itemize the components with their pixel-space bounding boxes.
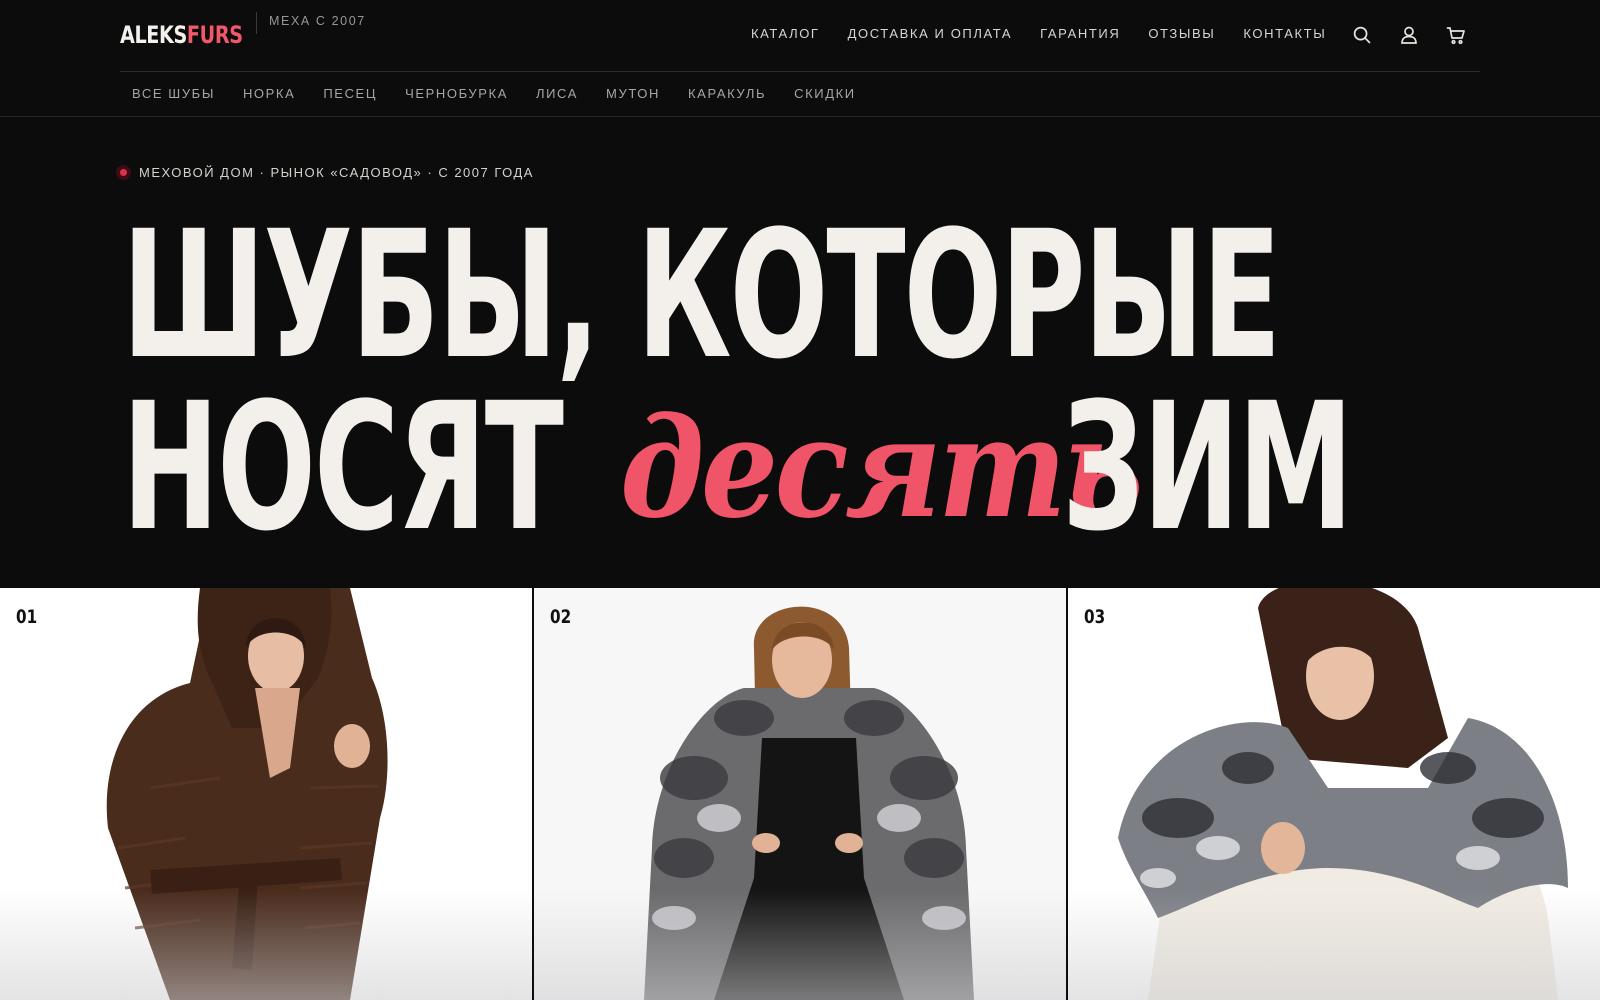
- red-dot-icon: [116, 165, 131, 180]
- category-mink[interactable]: НОРКА: [243, 86, 295, 101]
- product-cards: 01 02 03: [0, 588, 1600, 1000]
- card-fade: [534, 890, 1066, 1000]
- headline-line-1: ШУБЫ, КОТОРЫЕ: [122, 193, 1522, 398]
- nav-contacts[interactable]: КОНТАКТЫ: [1243, 26, 1326, 41]
- category-mouton[interactable]: МУТОН: [606, 86, 660, 101]
- nav-delivery-payment[interactable]: ДОСТАВКА И ОПЛАТА: [848, 26, 1013, 41]
- category-nav: ВСЕ ШУБЫ НОРКА ПЕСЕЦ ЧЕРНОБУРКА ЛИСА МУТ…: [0, 72, 1600, 117]
- user-icon[interactable]: [1399, 25, 1419, 45]
- category-silver-fox[interactable]: ЧЕРНОБУРКА: [405, 86, 508, 101]
- logo-divider: [256, 12, 257, 34]
- nav-catalog[interactable]: КАТАЛОГ: [751, 26, 820, 41]
- hero-eyebrow-text: МЕХОВОЙ ДОМ · РЫНОК «САДОВОД» · С 2007 Г…: [139, 165, 534, 180]
- category-fox[interactable]: ЛИСА: [536, 86, 578, 101]
- product-card[interactable]: 03: [1068, 588, 1600, 1000]
- category-all-coats[interactable]: ВСЕ ШУБЫ: [132, 86, 215, 101]
- brand-logo[interactable]: ALEKS FURS: [120, 18, 273, 52]
- nav-reviews[interactable]: ОТЗЫВЫ: [1148, 26, 1215, 41]
- category-sale[interactable]: СКИДКИ: [794, 86, 856, 101]
- card-fade: [1068, 890, 1600, 1000]
- header-actions: [1352, 25, 1466, 45]
- product-card[interactable]: 02: [534, 588, 1066, 1000]
- product-number: 02: [550, 606, 572, 628]
- card-fade: [0, 890, 532, 1000]
- search-icon[interactable]: [1352, 25, 1372, 45]
- nav-warranty[interactable]: ГАРАНТИЯ: [1040, 26, 1120, 41]
- headline-text-1: ШУБЫ, КОТОРЫЕ: [122, 193, 1281, 398]
- site-header: ALEKS FURS МЕХА С 2007 КАТАЛОГ ДОСТАВКА И…: [120, 0, 1480, 72]
- product-card[interactable]: 01: [0, 588, 532, 1000]
- product-number: 01: [16, 606, 38, 628]
- main-nav: КАТАЛОГ ДОСТАВКА И ОПЛАТА ГАРАНТИЯ ОТЗЫВ…: [751, 26, 1326, 41]
- headline-word-zim: ЗИМ: [1062, 365, 1353, 570]
- category-karakul[interactable]: КАРАКУЛЬ: [688, 86, 766, 101]
- brand-tagline: МЕХА С 2007: [269, 14, 366, 28]
- headline-word-nosyat: НОСЯТ: [122, 365, 564, 570]
- category-arctic-fox[interactable]: ПЕСЕЦ: [323, 86, 377, 101]
- logo-text-furs: FURS: [186, 21, 243, 49]
- product-number: 03: [1084, 606, 1106, 628]
- headline-line-2: НОСЯТ десять ЗИМ: [122, 365, 1522, 570]
- hero-headline: ШУБЫ, КОТОРЫЕ НОСЯТ десять ЗИМ: [122, 193, 1522, 570]
- cart-icon[interactable]: [1446, 25, 1466, 45]
- logo-wordmark: ALEKS FURS: [120, 21, 243, 49]
- logo-text-aleks: ALEKS: [120, 21, 187, 49]
- hero-eyebrow: МЕХОВОЙ ДОМ · РЫНОК «САДОВОД» · С 2007 Г…: [116, 165, 534, 180]
